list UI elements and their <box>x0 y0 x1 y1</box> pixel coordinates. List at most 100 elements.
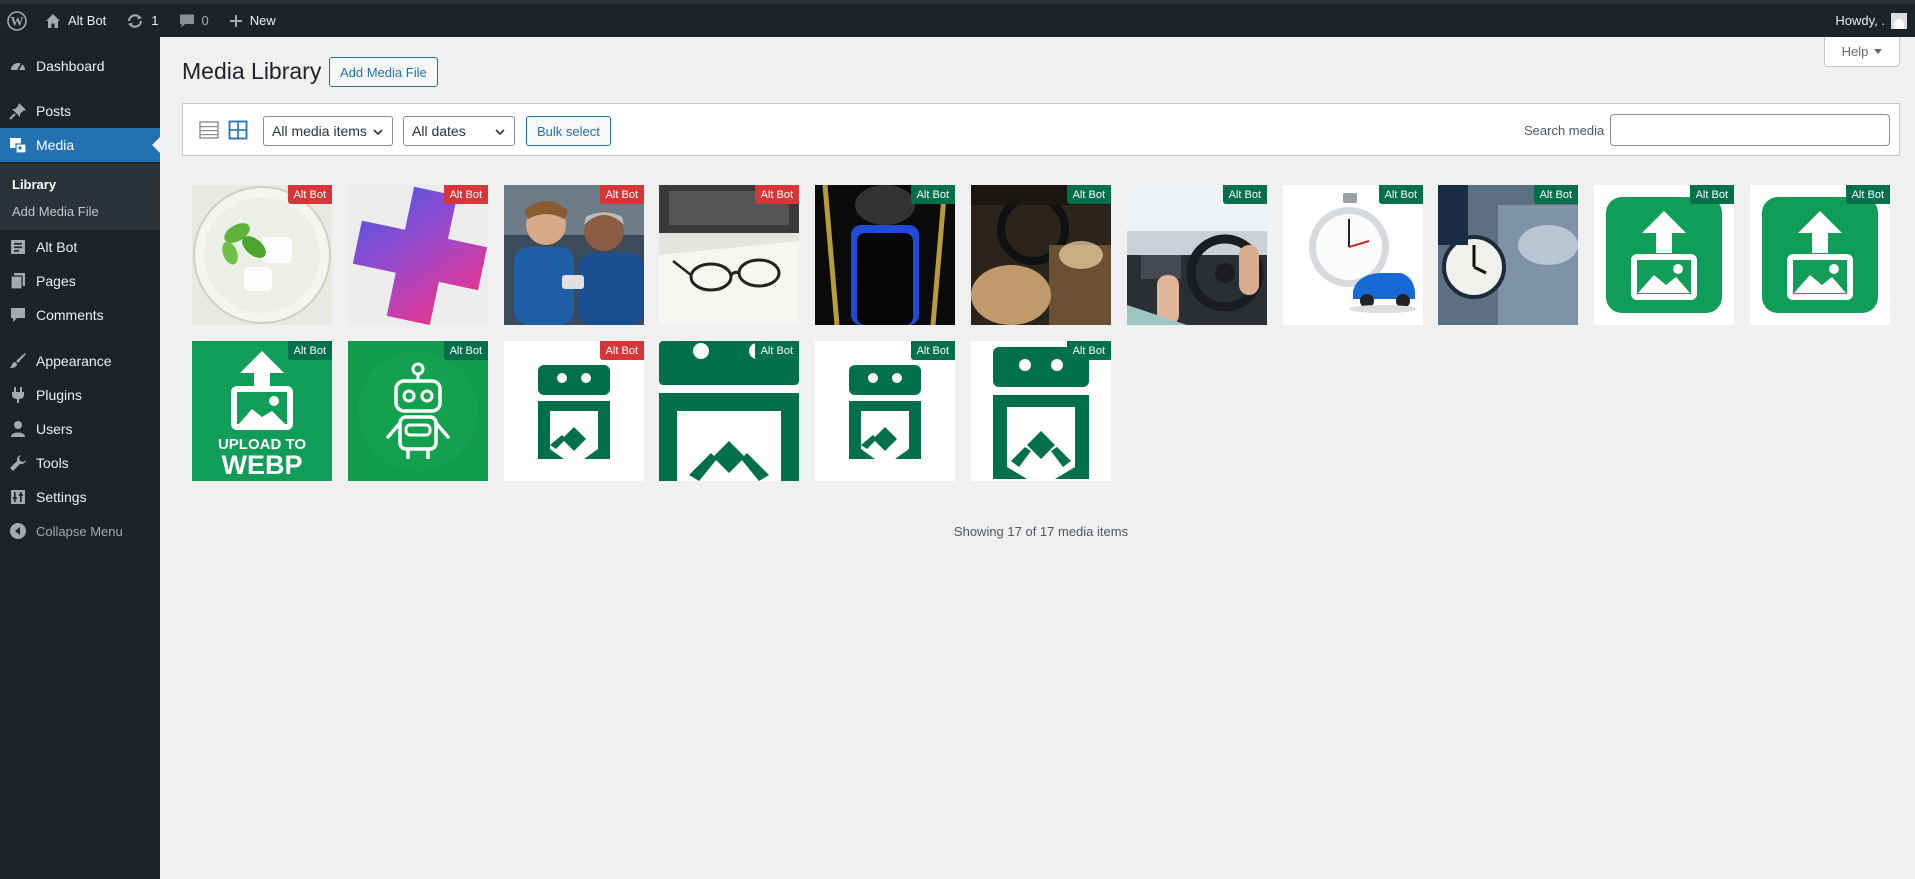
sliders-icon <box>11 490 25 504</box>
media-icon <box>10 138 27 154</box>
alt-bot-badge: Alt Bot <box>1378 185 1423 204</box>
showing-count: Showing 17 of 17 media items <box>953 524 1129 539</box>
alt-bot-badge: Alt Bot <box>287 185 332 204</box>
wordpress-logo-menu[interactable]: W <box>0 4 35 37</box>
alt-bot-badge: Alt Bot <box>910 185 955 204</box>
media-thumbnail <box>815 341 955 481</box>
wordpress-icon: W <box>7 10 27 31</box>
updates-count: 1 <box>151 13 159 28</box>
media-item[interactable]: Alt Bot <box>815 341 955 481</box>
alt-bot-badge: Alt Bot <box>1066 341 1111 360</box>
sidebar-item-tools[interactable]: Tools <box>0 446 160 480</box>
sidebar-item-label: Alt Bot <box>36 239 78 255</box>
help-tab-button[interactable]: Help <box>1824 37 1900 67</box>
media-thumbnail <box>504 341 644 481</box>
media-thumbnail <box>815 185 955 325</box>
alt-bot-badge: Alt Bot <box>287 341 332 360</box>
sidebar-item-label: Collapse Menu <box>36 523 123 539</box>
media-item[interactable]: Alt Bot <box>504 185 644 325</box>
media-item[interactable]: Alt Bot <box>659 341 799 481</box>
media-item[interactable]: Alt Bot <box>1127 185 1267 325</box>
search-label: Search media <box>1524 123 1605 138</box>
new-content-menu[interactable]: New <box>219 4 286 37</box>
alt-bot-badge: Alt Bot <box>599 341 644 360</box>
media-item[interactable]: Alt Bot <box>1594 185 1734 325</box>
submenu-add-media-file[interactable]: Add Media File <box>12 204 99 219</box>
media-item[interactable]: Alt Bot <box>348 341 488 481</box>
list-view-icon[interactable] <box>199 120 219 143</box>
sidebar-item-users[interactable]: Users <box>0 412 160 446</box>
collapse-menu-button[interactable]: Collapse Menu <box>0 514 160 548</box>
brush-icon <box>10 353 26 368</box>
pin-icon <box>9 103 26 120</box>
admin-sidebar: Dashboard Posts Media Library Add Media … <box>0 37 160 879</box>
media-thumbnail <box>1283 185 1423 325</box>
sidebar-item-comments[interactable]: Comments <box>0 298 160 332</box>
site-name: Alt Bot <box>68 13 107 28</box>
home-icon <box>46 13 60 28</box>
svg-text:W: W <box>11 13 24 28</box>
page-title: Media Library <box>182 58 322 84</box>
sidebar-item-media[interactable]: Media <box>0 128 160 162</box>
media-thumbnail <box>192 185 332 325</box>
alt-bot-badge: Alt Bot <box>1533 185 1578 204</box>
comments-menu[interactable]: 0 <box>169 4 219 37</box>
media-toolbar: All media items All dates Bulk select Se… <box>182 103 1900 156</box>
media-thumbnail <box>348 185 488 325</box>
avatar <box>1891 12 1907 29</box>
alt-bot-badge: Alt Bot <box>910 341 955 360</box>
collapse-icon <box>10 523 26 539</box>
sidebar-item-label: Dashboard <box>36 58 105 74</box>
alt-bot-badge: Alt Bot <box>443 341 488 360</box>
media-thumbnail <box>1594 185 1734 325</box>
thumbnail-text: WEBP <box>222 450 303 480</box>
sidebar-item-posts[interactable]: Posts <box>0 94 160 128</box>
my-account-menu[interactable]: Howdy, . <box>1825 4 1915 37</box>
sidebar-item-dashboard[interactable]: Dashboard <box>0 49 160 83</box>
user-icon <box>11 421 25 437</box>
media-item[interactable]: Alt Bot <box>1750 185 1890 325</box>
help-label: Help <box>1841 44 1869 59</box>
media-item[interactable]: Alt Bot <box>192 185 332 325</box>
media-item[interactable]: Alt Bot <box>659 185 799 325</box>
media-thumbnail <box>504 185 644 325</box>
media-thumbnail <box>348 341 488 481</box>
alt-bot-badge: Alt Bot <box>599 185 644 204</box>
media-thumbnail <box>1438 185 1578 325</box>
sidebar-item-label: Settings <box>36 489 87 505</box>
comments-count: 0 <box>201 13 209 28</box>
media-item[interactable]: Alt Bot <box>1283 185 1423 325</box>
pages-icon <box>10 273 25 290</box>
add-media-file-button[interactable]: Add Media File <box>329 57 438 87</box>
media-type-filter[interactable]: All media items <box>263 116 393 146</box>
sidebar-item-appearance[interactable]: Appearance <box>0 344 160 378</box>
bulk-select-button[interactable]: Bulk select <box>526 116 611 146</box>
alt-bot-badge: Alt Bot <box>754 341 799 360</box>
sidebar-item-alt-bot[interactable]: Alt Bot <box>0 230 160 264</box>
sidebar-item-pages[interactable]: Pages <box>0 264 160 298</box>
media-item[interactable]: Alt Bot <box>504 341 644 481</box>
media-thumbnail <box>659 341 799 481</box>
date-filter-value: All dates <box>412 123 466 139</box>
chevron-down-icon <box>373 129 383 136</box>
updates-menu[interactable]: 1 <box>116 4 168 37</box>
date-filter[interactable]: All dates <box>403 116 515 146</box>
media-thumbnail <box>1750 185 1890 325</box>
grid-view-icon[interactable] <box>228 120 248 143</box>
wrench-icon <box>10 455 26 471</box>
sidebar-item-plugins[interactable]: Plugins <box>0 378 160 412</box>
sidebar-item-settings[interactable]: Settings <box>0 480 160 514</box>
media-submenu: Library Add Media File <box>0 164 160 230</box>
media-item[interactable]: Alt Bot <box>971 341 1111 481</box>
media-item[interactable]: Alt Bot <box>971 185 1111 325</box>
site-name-menu[interactable]: Alt Bot <box>35 4 116 37</box>
howdy-text: Howdy, . <box>1835 13 1885 28</box>
submenu-library[interactable]: Library <box>12 177 56 192</box>
alt-bot-badge: Alt Bot <box>754 185 799 204</box>
media-item[interactable]: Alt Bot <box>348 185 488 325</box>
media-item[interactable]: Alt Bot <box>1438 185 1578 325</box>
search-input[interactable] <box>1610 114 1890 146</box>
media-item[interactable]: UPLOAD TO WEBP Alt Bot <box>192 341 332 481</box>
plugin-icon <box>12 387 24 403</box>
media-item[interactable]: Alt Bot <box>815 185 955 325</box>
